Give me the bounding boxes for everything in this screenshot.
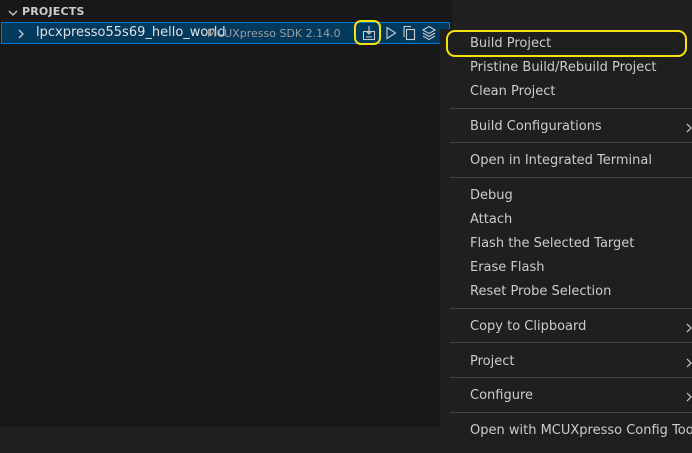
chevron-right-icon — [684, 320, 692, 334]
menu-item-attach[interactable]: Attach — [440, 208, 692, 232]
project-sdk-version: MCUXpresso SDK 2.14.0 — [207, 27, 341, 40]
project-row[interactable]: lpcxpresso55s69_hello_world MCUXpresso S… — [1, 22, 450, 44]
menu-item-clean-project[interactable]: Clean Project — [440, 80, 692, 104]
section-title: PROJECTS — [22, 5, 85, 18]
menu-item-label: Reset Probe Selection — [470, 284, 612, 299]
menu-item-label: Clean Project — [470, 84, 556, 99]
menu-item-label: Erase Flash — [470, 260, 545, 275]
layers-icon[interactable] — [421, 25, 437, 41]
panel-footer-area — [0, 427, 452, 453]
menu-item-project[interactable]: Project — [440, 350, 692, 374]
chevron-down-icon — [6, 5, 20, 19]
menu-item-label: Debug — [470, 188, 513, 203]
copy-icon[interactable] — [401, 25, 417, 41]
chevron-right-icon — [684, 389, 692, 403]
menu-item-label: Build Configurations — [470, 119, 602, 134]
menu-item-label: Flash the Selected Target — [470, 236, 635, 251]
menu-item-open-terminal[interactable]: Open in Integrated Terminal — [440, 149, 692, 173]
menu-separator — [450, 308, 692, 309]
menu-item-label: Copy to Clipboard — [470, 319, 587, 334]
menu-item-flash-target[interactable]: Flash the Selected Target — [440, 232, 692, 256]
menu-item-open-config-tools[interactable]: Open with MCUXpresso Config Tools — [440, 419, 692, 443]
menu-separator — [450, 412, 692, 413]
run-icon[interactable] — [383, 25, 399, 41]
menu-item-reset-probe[interactable]: Reset Probe Selection — [440, 280, 692, 304]
menu-item-configure[interactable]: Configure — [440, 384, 692, 408]
menu-item-debug[interactable]: Debug — [440, 184, 692, 208]
projects-section-header[interactable]: PROJECTS — [0, 3, 452, 21]
menu-item-label: Open in Integrated Terminal — [470, 153, 652, 168]
highlight-annotation-menu — [446, 30, 687, 57]
menu-separator — [450, 142, 692, 143]
menu-separator — [450, 108, 692, 109]
menu-item-label: Project — [470, 354, 515, 369]
context-menu: Build Project Pristine Build/Rebuild Pro… — [440, 29, 692, 453]
menu-item-build-configurations[interactable]: Build Configurations — [440, 115, 692, 139]
menu-item-label: Pristine Build/Rebuild Project — [470, 60, 657, 75]
chevron-right-icon — [684, 355, 692, 369]
menu-item-label: Attach — [470, 212, 513, 227]
project-name: lpcxpresso55s69_hello_world — [36, 25, 226, 40]
menu-separator — [450, 377, 692, 378]
menu-separator — [450, 342, 692, 343]
menu-item-label: Open with MCUXpresso Config Tools — [470, 423, 692, 438]
chevron-right-icon — [684, 120, 692, 134]
projects-panel: PROJECTS lpcxpresso55s69_hello_world MCU… — [0, 0, 452, 427]
menu-item-pristine-build[interactable]: Pristine Build/Rebuild Project — [440, 56, 692, 80]
menu-separator — [450, 177, 692, 178]
menu-item-copy-clipboard[interactable]: Copy to Clipboard — [440, 315, 692, 339]
menu-item-erase-flash[interactable]: Erase Flash — [440, 256, 692, 280]
highlight-annotation-icon — [354, 20, 381, 45]
chevron-right-icon[interactable] — [14, 26, 28, 40]
menu-item-label: Configure — [470, 388, 534, 403]
